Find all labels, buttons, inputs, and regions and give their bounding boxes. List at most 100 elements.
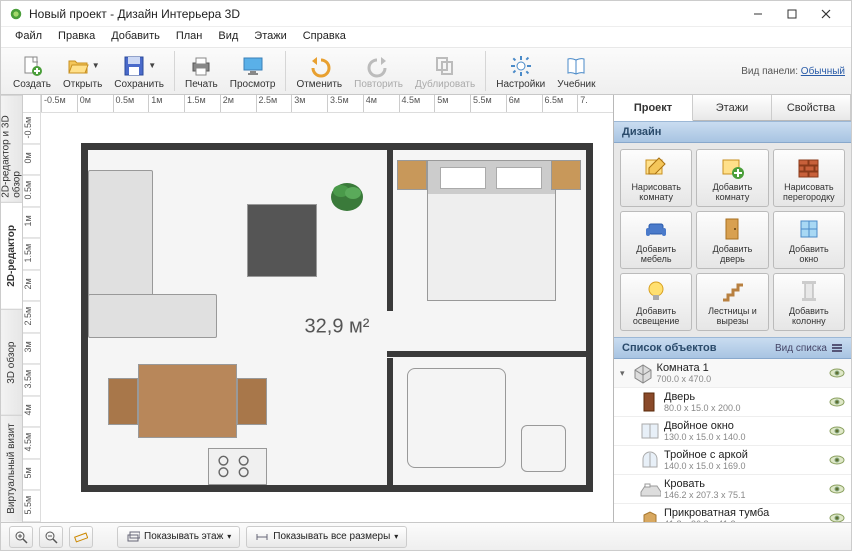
object-row-room1[interactable]: ▾Комната 1700.0 x 470.0 <box>614 359 851 388</box>
undo-icon <box>307 53 331 79</box>
print-button[interactable]: Печать <box>179 51 224 92</box>
bed[interactable] <box>427 160 556 301</box>
title-bar: Новый проект - Дизайн Интерьера 3D <box>1 1 851 27</box>
file-new-icon <box>20 53 44 79</box>
toolbar: Создать▼Открыть▼СохранитьПечатьПросмотрО… <box>1 47 851 95</box>
add-furniture-button[interactable]: Добавитьмебель <box>620 211 692 269</box>
zoom-out-button[interactable] <box>39 526 63 548</box>
bathtub[interactable] <box>407 368 507 469</box>
toilet[interactable] <box>521 425 566 472</box>
visibility-eye-icon[interactable] <box>829 368 845 378</box>
left-tab-0[interactable]: 2D-редактор и 3D обзор <box>1 95 22 202</box>
visibility-eye-icon[interactable] <box>829 397 845 407</box>
disk-icon: ▼ <box>122 53 156 79</box>
menu-Файл[interactable]: Файл <box>7 27 50 47</box>
zoom-in-button[interactable] <box>9 526 33 548</box>
objects-section-header: Список объектов Вид списка <box>614 337 851 359</box>
nightstand-1[interactable] <box>397 160 427 190</box>
book-icon <box>564 53 588 79</box>
object-row-arched[interactable]: Тройное с аркой140.0 x 15.0 x 169.0 <box>614 446 851 475</box>
minimize-button[interactable] <box>741 1 775 27</box>
menu-Правка[interactable]: Правка <box>50 27 103 47</box>
menu-Этажи[interactable]: Этажи <box>246 27 294 47</box>
printer-icon <box>189 53 213 79</box>
folder-open-icon: ▼ <box>66 53 100 79</box>
object-row-dwindow[interactable]: Двойное окно130.0 x 15.0 x 140.0 <box>614 417 851 446</box>
menu-Вид[interactable]: Вид <box>210 27 246 47</box>
armchair-icon <box>643 216 669 242</box>
measure-button[interactable] <box>69 526 93 548</box>
duplicate-button: Дублировать <box>409 51 481 92</box>
add-door-button[interactable]: Добавитьдверь <box>696 211 768 269</box>
draw-room-button[interactable]: Нарисоватькомнату <box>620 149 692 207</box>
undo-button[interactable]: Отменить <box>290 51 348 92</box>
room-3d-icon <box>629 362 657 384</box>
close-button[interactable] <box>809 1 843 27</box>
door-3d-icon <box>636 391 664 413</box>
visibility-eye-icon[interactable] <box>829 426 845 436</box>
object-row-door[interactable]: Дверь80.0 x 15.0 x 200.0 <box>614 388 851 417</box>
monitor-icon <box>241 53 265 79</box>
dining-table[interactable] <box>138 364 238 438</box>
visibility-eye-icon[interactable] <box>829 513 845 522</box>
settings-button[interactable]: Настройки <box>490 51 551 92</box>
window-icon <box>796 216 822 242</box>
floor-plan[interactable]: 32,9 м² <box>41 113 613 522</box>
canvas-2d[interactable]: -0.5м0м0.5м1м1.5м2м2.5м3м3.5м4м4.5м5м5.5… <box>23 95 613 522</box>
column-icon <box>796 278 822 304</box>
ruler-vertical: -0.5м0м0.5м1м1.5м2м2.5м3м3.5м4м4.5м5м5.5… <box>23 113 41 522</box>
redo-icon <box>367 53 391 79</box>
arch-window-3d-icon <box>636 450 664 470</box>
room-area-label: 32,9 м² <box>305 315 370 338</box>
nightstand-3d-icon <box>636 509 664 522</box>
open-button[interactable]: ▼Открыть <box>57 51 108 92</box>
expand-icon[interactable]: ▾ <box>620 368 625 379</box>
help-button[interactable]: Учебник <box>551 51 601 92</box>
add-column-button[interactable]: Добавитьколонну <box>773 273 845 331</box>
right-tab-Этажи[interactable]: Этажи <box>693 95 772 120</box>
window-3d-icon <box>636 421 664 441</box>
add-window-button[interactable]: Добавитьокно <box>773 211 845 269</box>
left-tab-1[interactable]: 2D-редактор <box>1 202 22 309</box>
maximize-button[interactable] <box>775 1 809 27</box>
save-button[interactable]: ▼Сохранить <box>108 51 170 92</box>
menu-План[interactable]: План <box>168 27 211 47</box>
window-title: Новый проект - Дизайн Интерьера 3D <box>29 7 741 21</box>
create-button[interactable]: Создать <box>7 51 57 92</box>
room-pencil-icon <box>643 154 669 180</box>
show-floor-button[interactable]: Показывать этаж ▾ <box>117 526 240 548</box>
menu-Добавить[interactable]: Добавить <box>103 27 168 47</box>
draw-partition-button[interactable]: Нарисоватьперегородку <box>773 149 845 207</box>
left-tab-2[interactable]: 3D обзор <box>1 309 22 416</box>
left-tab-3[interactable]: Виртуальный визит <box>1 415 22 522</box>
object-row-nightstand[interactable]: Прикроватная тумба41.8 x 36.3 x 41.2 <box>614 504 851 522</box>
panel-view-selector[interactable]: Вид панели: Обычный <box>741 66 845 77</box>
stairs-cutouts-button[interactable]: Лестницы ивырезы <box>696 273 768 331</box>
view-button[interactable]: Просмотр <box>224 51 282 92</box>
menu-Справка[interactable]: Справка <box>295 27 354 47</box>
brick-wall-icon <box>796 154 822 180</box>
list-view-icon[interactable] <box>831 342 843 354</box>
design-tool-grid: НарисоватькомнатуДобавитькомнатуНарисова… <box>614 143 851 337</box>
right-tab-Свойства[interactable]: Свойства <box>772 95 851 120</box>
lightbulb-icon <box>643 278 669 304</box>
app-logo-icon <box>9 7 23 21</box>
add-light-button[interactable]: Добавитьосвещение <box>620 273 692 331</box>
plant[interactable] <box>327 177 367 217</box>
show-sizes-button[interactable]: Показывать все размеры ▾ <box>246 526 407 548</box>
tv-stand[interactable] <box>247 204 317 278</box>
visibility-eye-icon[interactable] <box>829 484 845 494</box>
nightstand-2[interactable] <box>551 160 581 190</box>
right-panel-tabs: ПроектЭтажиСвойства <box>614 95 851 121</box>
door-icon <box>719 216 745 242</box>
room-outline[interactable]: 32,9 м² <box>81 143 593 492</box>
gear-icon <box>509 53 533 79</box>
room-plus-icon <box>719 154 745 180</box>
right-tab-Проект[interactable]: Проект <box>614 95 693 121</box>
add-room-button[interactable]: Добавитькомнату <box>696 149 768 207</box>
visibility-eye-icon[interactable] <box>829 455 845 465</box>
duplicate-icon <box>433 53 457 79</box>
object-row-bed[interactable]: Кровать146.2 x 207.3 x 75.1 <box>614 475 851 504</box>
stove[interactable] <box>208 448 268 485</box>
bottom-toolbar: Показывать этаж ▾ Показывать все размеры… <box>1 522 851 550</box>
